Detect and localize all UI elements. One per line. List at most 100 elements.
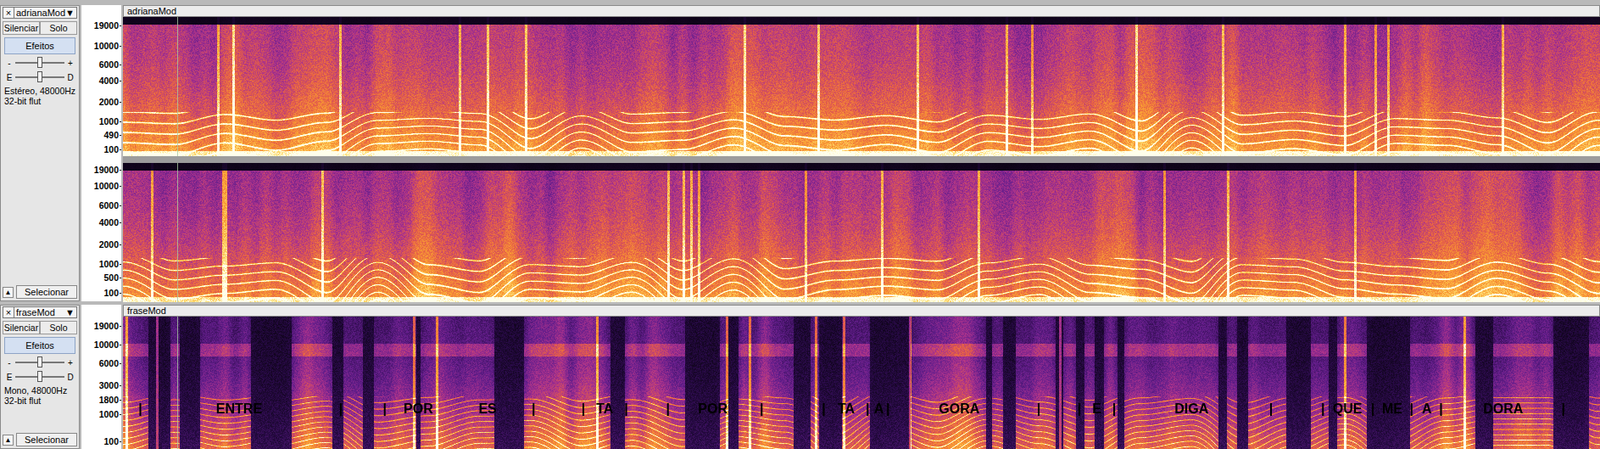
label-boundary[interactable]: |: [1112, 401, 1116, 417]
label-boundary[interactable]: |: [1269, 401, 1273, 417]
label-boundary[interactable]: |: [339, 401, 343, 417]
effects-button[interactable]: Efeitos: [4, 336, 76, 354]
label-text[interactable]: A: [874, 401, 885, 417]
gain-min-label: -: [5, 357, 13, 368]
axis-tick: 1000: [99, 408, 119, 419]
label-text[interactable]: ENTRE: [216, 401, 263, 417]
label-boundary[interactable]: |: [624, 401, 628, 417]
mute-button[interactable]: Silenciar: [2, 320, 40, 335]
label-text[interactable]: QUE: [1332, 401, 1363, 417]
close-track-button[interactable]: ×: [2, 6, 15, 19]
track-name: fraseMod: [16, 306, 56, 318]
select-button[interactable]: Selecionar: [16, 432, 78, 446]
track-info-line: Mono, 48000Hz: [4, 384, 78, 396]
spectrogram-channel[interactable]: [122, 162, 1600, 302]
label-boundary[interactable]: |: [1561, 401, 1566, 417]
track-name-menu[interactable]: adrianaMod▼: [14, 6, 78, 19]
pan-slider[interactable]: [15, 370, 65, 383]
label-text[interactable]: E: [1092, 401, 1102, 417]
gain-slider-row: -+: [2, 356, 78, 368]
label-boundary[interactable]: |: [886, 401, 890, 417]
gain-slider[interactable]: [15, 356, 65, 368]
solo-button[interactable]: Solo: [39, 21, 78, 35]
label-text[interactable]: DIGA: [1174, 401, 1209, 417]
label-boundary[interactable]: |: [1036, 401, 1041, 417]
close-track-button[interactable]: ×: [2, 306, 15, 318]
axis-tick: 100: [103, 435, 119, 446]
pan-slider-row: ED: [2, 71, 78, 84]
frequency-axis: 1900010000600040002000100049010019000100…: [81, 5, 122, 302]
label-text[interactable]: A: [1421, 401, 1433, 417]
axis-tick: 3000: [99, 379, 119, 391]
pan-slider[interactable]: [15, 71, 65, 84]
axis-tick: 19000: [94, 164, 119, 175]
label-boundary[interactable]: |: [383, 401, 387, 417]
track-title-bar[interactable]: adrianaMod: [122, 5, 1600, 17]
pan-min-label: E: [5, 372, 13, 382]
dropdown-icon[interactable]: ▼: [65, 306, 75, 318]
effects-button[interactable]: Efeitos: [4, 37, 76, 55]
label-boundary[interactable]: |: [1077, 401, 1082, 417]
label-boundary[interactable]: |: [821, 401, 826, 417]
label-boundary[interactable]: |: [759, 401, 764, 417]
label-boundary[interactable]: |: [865, 401, 870, 417]
axis-tick: 10000: [94, 40, 119, 51]
axis-tick: 1800: [99, 394, 119, 405]
track-info: Estéreo, 48000Hz32-bit flut: [2, 85, 78, 106]
label-text[interactable]: ES: [478, 401, 497, 417]
frequency-axis: 19000100006000300018001000100: [81, 304, 122, 449]
track-info-line: 32-bit flut: [4, 95, 78, 106]
spectrogram-area: fraseMod|ENTRE||PORES||TA||POR||TA|A|GOR…: [122, 304, 1600, 449]
mute-button[interactable]: Silenciar: [2, 21, 40, 35]
gain-slider-row: -+: [2, 56, 78, 69]
label-text[interactable]: POR: [403, 401, 434, 417]
label-boundary[interactable]: |: [665, 401, 669, 417]
gain-max-label: +: [66, 58, 74, 68]
track: ×adrianaMod▼SilenciarSoloEfeitos-+EDEsté…: [0, 5, 1600, 302]
select-button[interactable]: Selecionar: [16, 284, 78, 299]
gain-min-label: -: [5, 58, 13, 68]
track-info: Mono, 48000Hz32-bit flut: [2, 384, 78, 406]
pan-max-label: D: [66, 372, 74, 382]
axis-tick: 2000: [99, 96, 119, 107]
label-boundary[interactable]: |: [1321, 401, 1325, 417]
track: ×fraseMod▼SilenciarSoloEfeitos-+EDMono, …: [0, 304, 1600, 449]
spectrogram-channel[interactable]: |ENTRE||PORES||TA||POR||TA|A|GORA||E|DIG…: [122, 316, 1600, 449]
channel-axis: 19000100006000400020001000490100: [81, 16, 122, 157]
label-text[interactable]: TA: [837, 401, 855, 417]
track-name-menu[interactable]: fraseMod ▼: [14, 306, 78, 318]
gain-slider[interactable]: [15, 56, 65, 69]
label-boundary[interactable]: |: [531, 401, 536, 417]
pan-slider-thumb[interactable]: [37, 71, 43, 83]
gain-slider-thumb[interactable]: [37, 356, 43, 368]
pan-slider-thumb[interactable]: [37, 370, 43, 382]
label-text[interactable]: GORA: [938, 401, 980, 417]
label-text[interactable]: POR: [697, 401, 728, 417]
dropdown-icon[interactable]: ▼: [65, 7, 75, 18]
label-boundary[interactable]: |: [138, 401, 142, 417]
spectrogram-image[interactable]: [122, 316, 1600, 449]
axis-tick: 10000: [94, 180, 119, 191]
label-text[interactable]: TA: [596, 401, 614, 417]
gain-max-label: +: [66, 357, 74, 368]
label-boundary[interactable]: |: [1438, 401, 1443, 417]
axis-tick: 500: [103, 272, 119, 283]
axis-tick: 19000: [94, 320, 119, 331]
label-text[interactable]: ME: [1382, 401, 1403, 417]
label-boundary[interactable]: |: [1409, 401, 1413, 417]
axis-tick: 100: [103, 144, 119, 155]
axis-tick: 1000: [99, 116, 119, 127]
track-title-bar[interactable]: fraseMod: [122, 304, 1600, 317]
gain-slider-thumb[interactable]: [37, 56, 43, 68]
spectrogram-image[interactable]: [122, 16, 1600, 157]
spectrogram-image[interactable]: [122, 162, 1600, 302]
axis-tick: 19000: [94, 20, 119, 31]
spectrogram-channel[interactable]: [122, 16, 1600, 157]
label-text[interactable]: DORA: [1482, 401, 1523, 417]
collapse-icon[interactable]: ▲: [2, 434, 14, 446]
label-boundary[interactable]: |: [581, 401, 586, 417]
label-boundary[interactable]: |: [1371, 401, 1375, 417]
axis-tick: 2000: [99, 239, 119, 250]
solo-button[interactable]: Solo: [39, 320, 78, 335]
collapse-icon[interactable]: ▲: [2, 286, 14, 298]
